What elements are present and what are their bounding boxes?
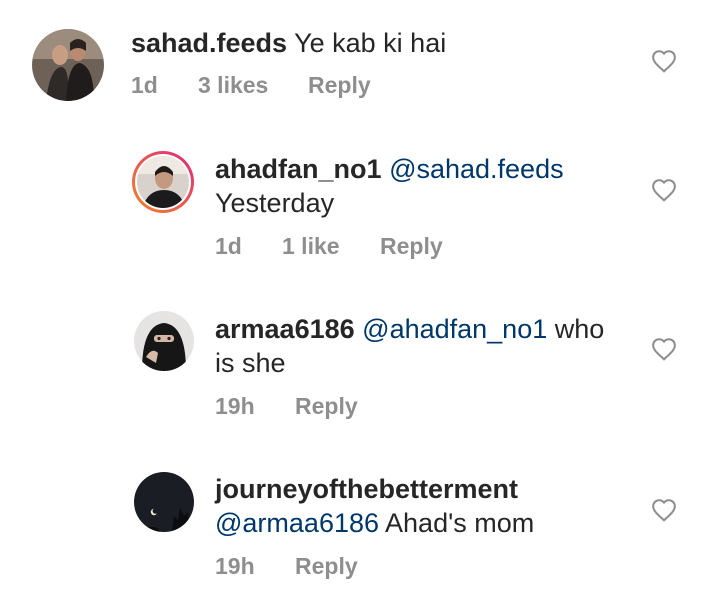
comment-reply-item: journeyofthebetterment @armaa6186 Ahad's… (0, 450, 720, 607)
reply-button[interactable]: Reply (380, 233, 443, 260)
avatar[interactable] (134, 311, 194, 371)
comment-body: Yesterday (215, 188, 335, 218)
comment-body-continued: is she (215, 348, 286, 378)
avatar[interactable] (32, 29, 104, 101)
heart-outline-icon[interactable] (651, 178, 677, 202)
profile-photo-night-sky (134, 472, 194, 532)
heart-outline-icon[interactable] (651, 498, 677, 522)
comment-body: Ye kab ki hai (294, 28, 447, 58)
comment-time: 19h (215, 553, 255, 579)
comment-time: 19h (215, 393, 255, 419)
comment-mention[interactable]: @ahadfan_no1 (362, 314, 547, 344)
comment-username[interactable]: armaa6186 (215, 314, 355, 344)
comment-username[interactable]: ahadfan_no1 (215, 154, 382, 184)
comment-username[interactable]: journeyofthebetterment (215, 474, 518, 504)
reply-button[interactable]: Reply (308, 72, 371, 99)
comment-body: who (554, 314, 605, 344)
reply-button[interactable]: Reply (295, 393, 358, 420)
comment-reply-item: ahadfan_no1 @sahad.feeds Yesterday 1d 1 … (0, 130, 720, 280)
comment-time: 1d (131, 72, 158, 98)
reply-button[interactable]: Reply (295, 553, 358, 580)
heart-outline-icon[interactable] (651, 49, 677, 73)
comment-text: ahadfan_no1 @sahad.feeds (215, 152, 564, 186)
comment-item: sahad.feeds Ye kab ki hai 1d 3 likes Rep… (0, 0, 720, 130)
comment-mention[interactable]: @sahad.feeds (389, 154, 564, 184)
comment-text: armaa6186 @ahadfan_no1 who (215, 312, 604, 346)
comment-body: Ahad's mom (385, 508, 535, 538)
comment-likes[interactable]: 3 likes (198, 72, 268, 99)
comment-time: 1d (215, 233, 242, 259)
avatar[interactable] (134, 472, 194, 532)
comment-text: sahad.feeds Ye kab ki hai (131, 26, 446, 60)
comment-username[interactable]: sahad.feeds (131, 28, 287, 58)
heart-outline-icon[interactable] (651, 337, 677, 361)
comment-text: journeyofthebetterment (215, 472, 518, 506)
avatar[interactable] (131, 150, 195, 214)
comment-reply-item: armaa6186 @ahadfan_no1 who is she 19h Re… (0, 290, 720, 450)
profile-photo-niqab (134, 311, 194, 371)
profile-photo (32, 29, 104, 101)
comment-text: @armaa6186 Ahad's mom (215, 506, 534, 540)
comment-mention[interactable]: @armaa6186 (215, 508, 379, 538)
comment-likes[interactable]: 1 like (282, 233, 340, 260)
profile-photo-story-ring (132, 151, 194, 213)
